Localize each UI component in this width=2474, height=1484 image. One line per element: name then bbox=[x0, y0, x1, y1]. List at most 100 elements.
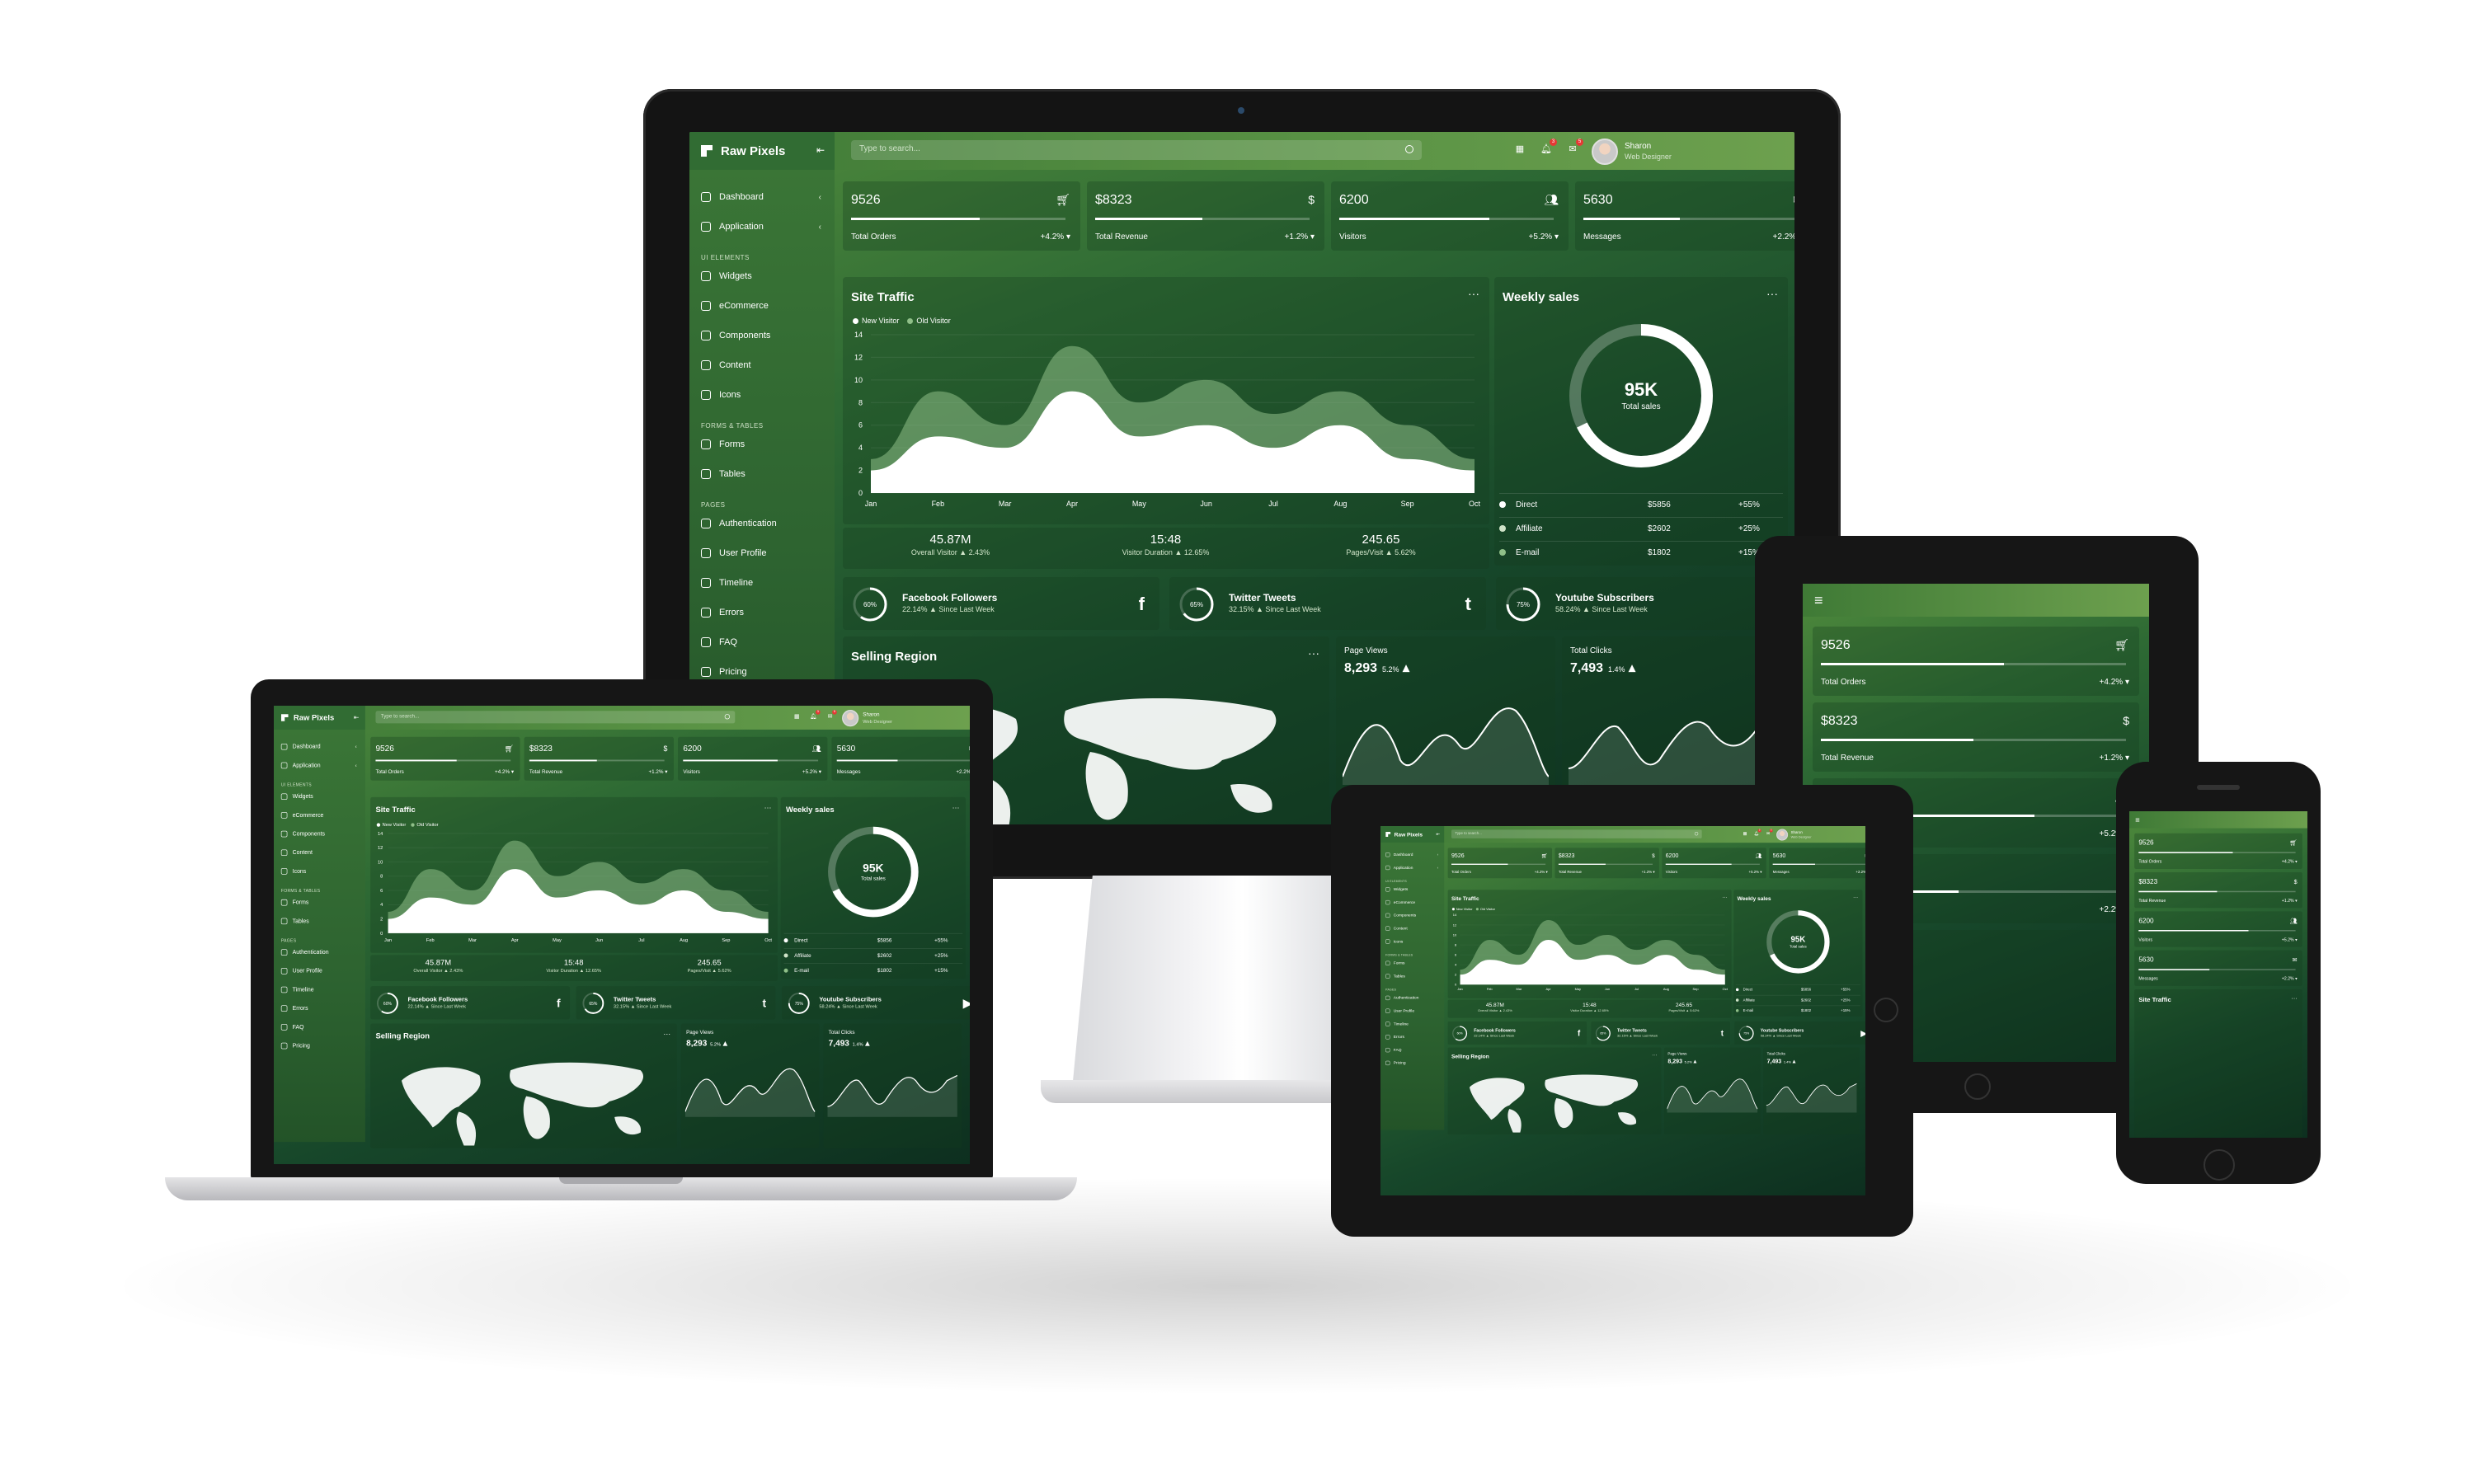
sidebar-item-components[interactable]: Components bbox=[280, 829, 359, 838]
home-button[interactable] bbox=[1874, 998, 1898, 1022]
sidebar-item-components[interactable]: Components bbox=[701, 328, 825, 343]
sidebar-item-faq[interactable]: FAQ bbox=[280, 1022, 359, 1031]
chat-icon[interactable]: ✉ 5 bbox=[826, 710, 837, 721]
legend-item[interactable]: New Visitor bbox=[853, 317, 899, 325]
search-icon[interactable] bbox=[1694, 832, 1699, 836]
sidebar-item-components[interactable]: Components bbox=[1385, 912, 1440, 918]
search-input[interactable] bbox=[1451, 829, 1691, 838]
more-icon[interactable]: ··· bbox=[663, 1030, 670, 1038]
bell-icon[interactable]: 🔔︎ 3 bbox=[1540, 139, 1557, 155]
sidebar-item-forms[interactable]: Forms bbox=[1385, 960, 1440, 966]
sidebar-item-application[interactable]: Application ‹ bbox=[701, 219, 825, 234]
search-box[interactable] bbox=[375, 711, 736, 724]
legend-item[interactable]: New Visitor bbox=[376, 822, 406, 827]
sidebar-item-ecommerce[interactable]: eCommerce bbox=[1385, 899, 1440, 906]
search-icon[interactable] bbox=[724, 714, 731, 720]
chat-icon[interactable]: ✉ 5 bbox=[1567, 139, 1583, 155]
sidebar-item-authentication[interactable]: Authentication bbox=[280, 948, 359, 957]
bell-icon[interactable]: 🔔︎ 3 bbox=[1754, 829, 1761, 836]
avatar[interactable] bbox=[842, 710, 859, 727]
legend-item[interactable]: Old Visitor bbox=[907, 317, 951, 325]
sidebar-item-user-profile[interactable]: User Profile bbox=[1385, 1007, 1440, 1014]
sidebar-item-errors[interactable]: Errors bbox=[701, 605, 825, 620]
avatar[interactable] bbox=[1592, 139, 1618, 165]
sidebar-item-errors[interactable]: Errors bbox=[1385, 1034, 1440, 1040]
twitter-icon[interactable]: t bbox=[762, 997, 766, 1010]
sidebar-item-icons[interactable]: Icons bbox=[701, 387, 825, 402]
sidebar-item-tables[interactable]: Tables bbox=[1385, 973, 1440, 979]
sidebar-item-ecommerce[interactable]: eCommerce bbox=[701, 298, 825, 313]
facebook-icon[interactable]: f bbox=[557, 997, 561, 1010]
hamburger-icon[interactable]: ≡ bbox=[2135, 815, 2139, 824]
legend-item[interactable]: Old Visitor bbox=[1476, 907, 1495, 911]
sidebar-item-content[interactable]: Content bbox=[701, 358, 825, 373]
search-box[interactable] bbox=[1451, 829, 1702, 838]
bell-icon[interactable]: 🔔︎ 3 bbox=[810, 710, 821, 721]
user-menu[interactable]: Sharon Web Designer bbox=[1592, 139, 1672, 165]
more-icon[interactable]: ··· bbox=[2291, 994, 2297, 1001]
sidebar-item-faq[interactable]: FAQ bbox=[701, 635, 825, 650]
sidebar-item-authentication[interactable]: Authentication bbox=[1385, 994, 1440, 1001]
sidebar-item-content[interactable]: Content bbox=[1385, 925, 1440, 932]
more-icon[interactable]: ··· bbox=[1468, 287, 1479, 300]
sidebar-item-content[interactable]: Content bbox=[280, 848, 359, 857]
facebook-icon[interactable]: f bbox=[1578, 1029, 1580, 1038]
chat-icon[interactable]: ✉ 5 bbox=[1766, 829, 1773, 836]
more-icon[interactable]: ··· bbox=[952, 803, 960, 811]
hamburger-icon[interactable]: ≡ bbox=[1814, 592, 1823, 609]
twitter-icon[interactable]: t bbox=[1465, 594, 1471, 615]
apps-grid-icon[interactable]: ▦ bbox=[793, 713, 801, 721]
sidebar-item-widgets[interactable]: Widgets bbox=[1385, 886, 1440, 893]
apps-grid-icon[interactable]: ▦ bbox=[1514, 143, 1526, 155]
more-icon[interactable]: ··· bbox=[1853, 894, 1858, 899]
sidebar-item-application[interactable]: Application ‹ bbox=[280, 761, 359, 770]
sidebar-item-timeline[interactable]: Timeline bbox=[280, 985, 359, 994]
sidebar-item-tables[interactable]: Tables bbox=[280, 917, 359, 926]
sidebar-item-forms[interactable]: Forms bbox=[701, 437, 825, 452]
search-box[interactable] bbox=[851, 140, 1422, 160]
sidebar-item-application[interactable]: Application ‹ bbox=[1385, 865, 1440, 871]
sidebar-item-dashboard[interactable]: Dashboard ‹ bbox=[1385, 852, 1440, 858]
more-icon[interactable]: ··· bbox=[764, 803, 772, 811]
more-icon[interactable]: ··· bbox=[1722, 894, 1727, 899]
sidebar-item-user-profile[interactable]: User Profile bbox=[280, 966, 359, 975]
collapse-sidebar-icon[interactable]: ⇤ bbox=[354, 713, 359, 721]
sidebar-item-dashboard[interactable]: Dashboard ‹ bbox=[701, 190, 825, 204]
sidebar-item-timeline[interactable]: Timeline bbox=[1385, 1021, 1440, 1027]
sidebar-item-errors[interactable]: Errors bbox=[280, 1004, 359, 1013]
twitter-icon[interactable]: t bbox=[1721, 1029, 1724, 1038]
sidebar-item-forms[interactable]: Forms bbox=[280, 898, 359, 907]
youtube-icon[interactable]: ▶ bbox=[963, 997, 970, 1010]
sidebar-item-widgets[interactable]: Widgets bbox=[701, 269, 825, 284]
sidebar-item-dashboard[interactable]: Dashboard ‹ bbox=[280, 742, 359, 751]
search-input[interactable] bbox=[375, 711, 719, 722]
legend-item[interactable]: Old Visitor bbox=[411, 822, 438, 827]
legend-item[interactable]: New Visitor bbox=[1451, 907, 1473, 911]
sidebar-item-icons[interactable]: Icons bbox=[280, 866, 359, 876]
more-icon[interactable]: ··· bbox=[1308, 646, 1319, 660]
youtube-icon[interactable]: ▶ bbox=[1860, 1029, 1865, 1038]
sidebar-item-pricing[interactable]: Pricing bbox=[280, 1041, 359, 1050]
sidebar-item-ecommerce[interactable]: eCommerce bbox=[280, 810, 359, 819]
sidebar-item-widgets[interactable]: Widgets bbox=[280, 792, 359, 801]
avatar[interactable] bbox=[1776, 829, 1789, 841]
apps-grid-icon[interactable]: ▦ bbox=[1743, 831, 1747, 836]
search-input[interactable] bbox=[851, 140, 1395, 157]
sidebar-item-pricing[interactable]: Pricing bbox=[1385, 1059, 1440, 1066]
more-icon[interactable]: ··· bbox=[1652, 1052, 1657, 1058]
user-menu[interactable]: Sharon Web Designer bbox=[1776, 829, 1812, 841]
user-menu[interactable]: Sharon Web Designer bbox=[842, 710, 892, 727]
home-button[interactable] bbox=[1964, 1073, 1991, 1100]
collapse-sidebar-icon[interactable]: ⇤ bbox=[816, 144, 825, 156]
sidebar-item-tables[interactable]: Tables bbox=[701, 467, 825, 481]
collapse-sidebar-icon[interactable]: ⇤ bbox=[1437, 832, 1440, 837]
facebook-icon[interactable]: f bbox=[1139, 594, 1145, 615]
sidebar-item-user-profile[interactable]: User Profile bbox=[701, 546, 825, 561]
home-button[interactable] bbox=[2204, 1149, 2235, 1181]
sidebar-item-faq[interactable]: FAQ bbox=[1385, 1047, 1440, 1054]
sidebar-item-icons[interactable]: Icons bbox=[1385, 938, 1440, 945]
sidebar-item-authentication[interactable]: Authentication bbox=[701, 516, 825, 531]
more-icon[interactable]: ··· bbox=[1766, 287, 1778, 300]
sidebar-item-pricing[interactable]: Pricing bbox=[701, 665, 825, 679]
sidebar-item-timeline[interactable]: Timeline bbox=[701, 575, 825, 590]
